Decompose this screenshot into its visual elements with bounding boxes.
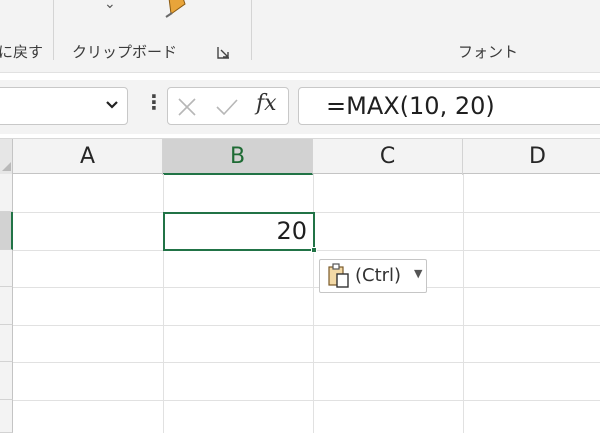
row-header[interactable]	[0, 250, 13, 287]
fx-icon[interactable]: fx	[256, 91, 277, 116]
select-all-icon	[2, 162, 11, 171]
clipboard-group-label: クリップボード	[72, 43, 178, 61]
format-painter-icon[interactable]	[163, 0, 191, 22]
row-header[interactable]	[0, 362, 13, 400]
column-header-row: A B C D	[0, 138, 600, 175]
ribbon-separator	[251, 0, 252, 60]
dialog-launcher-icon[interactable]	[217, 45, 231, 64]
font-group-label: フォント	[458, 43, 519, 61]
grid-row-line	[13, 400, 600, 401]
fill-handle[interactable]	[311, 247, 317, 253]
check-icon[interactable]	[215, 97, 239, 121]
select-all-corner[interactable]	[0, 139, 13, 175]
chevron-down-icon[interactable]	[105, 97, 119, 115]
column-header-c[interactable]: C	[313, 139, 463, 175]
ribbon: ⌄ に戻す クリップボード フォント	[0, 0, 600, 73]
paste-options-label: (Ctrl)	[355, 265, 402, 286]
grid-row-line	[13, 325, 600, 326]
grid-row-line	[13, 362, 600, 363]
active-cell-b[interactable]: 20	[163, 212, 315, 251]
row-header-selected[interactable]	[0, 212, 13, 250]
grid-row-line	[13, 287, 600, 288]
row-header[interactable]	[0, 287, 13, 325]
ribbon-separator	[53, 0, 54, 60]
name-box[interactable]	[0, 87, 128, 125]
column-header-d[interactable]: D	[463, 139, 600, 175]
formula-input[interactable]: =MAX(10, 20)	[298, 87, 600, 125]
row-header[interactable]	[0, 174, 13, 212]
column-header-a[interactable]: A	[13, 139, 163, 175]
chevron-down-icon[interactable]: ▼	[414, 267, 422, 280]
paste-dropdown-icon[interactable]: ⌄	[104, 0, 116, 12]
clipboard-icon	[327, 263, 351, 293]
undo-group-label: に戻す	[0, 43, 44, 61]
column-header-b[interactable]: B	[163, 139, 313, 175]
more-options-icon[interactable]: ⋮	[144, 92, 164, 112]
formula-bar-row: ⋮ fx =MAX(10, 20)	[0, 80, 600, 134]
row-header[interactable]	[0, 325, 13, 362]
grid-col-line	[463, 174, 464, 433]
x-icon[interactable]	[177, 97, 197, 121]
formula-buttons: fx	[167, 87, 289, 125]
paste-options-button[interactable]: (Ctrl) ▼	[319, 259, 427, 293]
row-header[interactable]	[0, 400, 13, 433]
